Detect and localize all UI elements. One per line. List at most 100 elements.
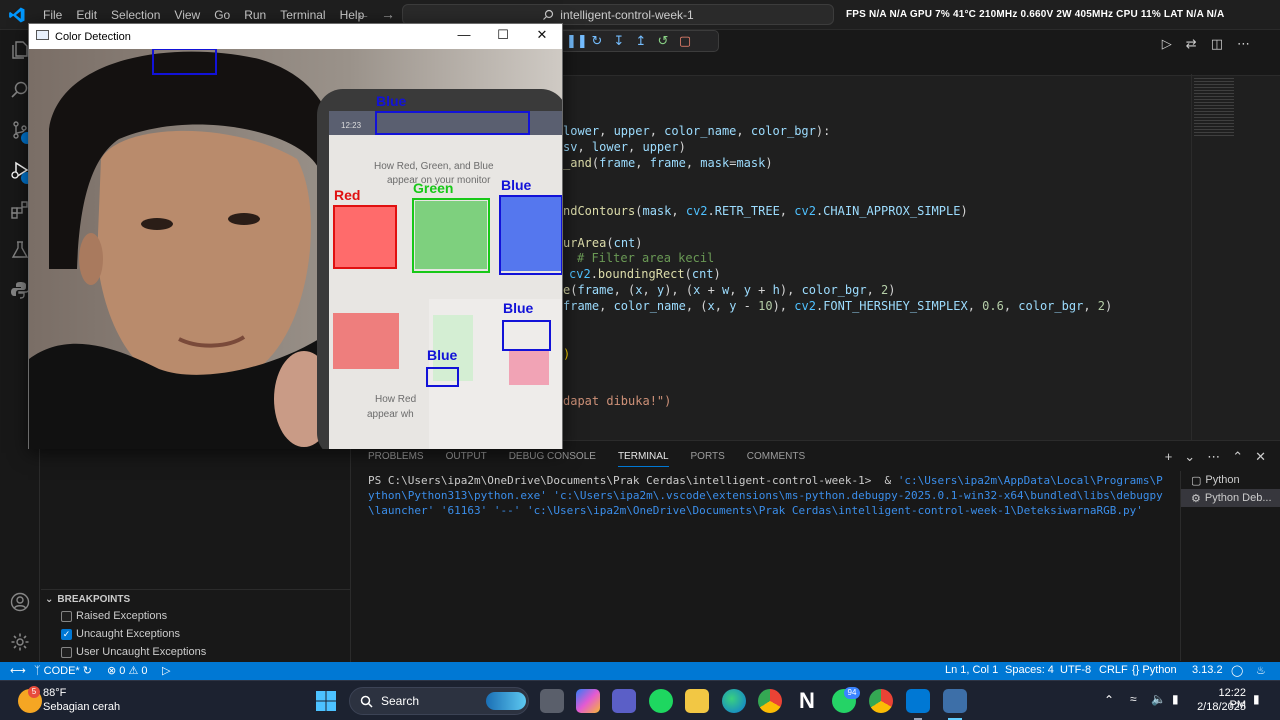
stop-icon[interactable]: ▢ [676, 33, 694, 49]
code-line[interactable]: ndContours(mask, cv2.RETR_TREE, cv2.CHAI… [563, 204, 968, 218]
vscode-logo-icon [9, 7, 25, 23]
maximize-panel-icon[interactable]: ⌃ [1232, 449, 1243, 465]
notifications-bell-icon[interactable]: ♨ [1256, 664, 1266, 677]
python-version[interactable]: 3.13.2 [1192, 664, 1223, 676]
file-explorer-icon[interactable] [685, 689, 709, 713]
indentation[interactable]: Spaces: 4 [1005, 664, 1054, 676]
vscode-taskbar-icon[interactable] [906, 689, 930, 713]
run-python-icon[interactable]: ▷ [1162, 36, 1172, 52]
wifi-icon[interactable]: ≈ [1130, 692, 1137, 706]
clock-date[interactable]: 2/18/2025 [1196, 701, 1246, 713]
problems-indicator[interactable]: ⊗ 0 ⚠ 0 [107, 664, 148, 677]
close-panel-icon[interactable]: ✕ [1255, 449, 1266, 465]
taskbar-search[interactable]: Search [349, 687, 529, 715]
tab-comments[interactable]: COMMENTS [747, 451, 805, 467]
weather-temp[interactable]: 88°F [43, 687, 66, 699]
code-line[interactable]: sv, lower, upper) [563, 140, 686, 154]
copilot-icon[interactable]: ◯ [1231, 664, 1243, 677]
breakpoint-uncaught-exceptions[interactable]: ✓ Uncaught Exceptions [61, 628, 180, 640]
task-view-icon[interactable] [540, 689, 564, 713]
code-line[interactable]: e(frame, (x, y), (x + w, y + h), color_b… [563, 283, 896, 297]
menu-selection[interactable]: Selection [104, 8, 167, 22]
window-title-bar[interactable]: Color Detection — ☐ ✕ [29, 24, 562, 49]
search-icon [543, 9, 554, 20]
branch-indicator[interactable]: ᛉ CODE* ↻ [34, 664, 92, 677]
tab-problems[interactable]: PROBLEMS [368, 451, 424, 467]
language-mode[interactable]: {} Python [1132, 664, 1177, 676]
battery-icon[interactable]: ▮ [1172, 692, 1179, 706]
code-comment[interactable]: # Filter area kecil [577, 251, 714, 265]
step-over-icon[interactable]: ↻ [588, 33, 606, 49]
code-line[interactable]: cv2.boundingRect(cnt) [569, 267, 721, 281]
menu-file[interactable]: File [36, 8, 69, 22]
line-ending[interactable]: CRLF [1099, 664, 1128, 676]
code-line[interactable]: _and(frame, frame, mask=mask) [563, 156, 773, 170]
more-actions-icon[interactable]: ⋯ [1207, 449, 1220, 465]
volume-muted-icon[interactable]: 🔈 [1151, 692, 1166, 706]
remote-icon[interactable]: ⟷ [10, 664, 26, 677]
account-icon[interactable] [8, 590, 32, 614]
code-line[interactable]: dapat dibuka!") [563, 394, 671, 408]
notification-center-icon[interactable]: ▮ [1253, 692, 1260, 706]
maximize-icon[interactable]: ☐ [489, 27, 517, 45]
checkbox[interactable] [61, 610, 72, 622]
more-actions-icon[interactable]: ⋯ [1237, 36, 1250, 52]
minimize-icon[interactable]: — [450, 27, 478, 45]
detection-label-blue: Blue [503, 300, 534, 316]
settings-gear-icon[interactable] [8, 630, 32, 654]
color-detection-window[interactable]: Color Detection — ☐ ✕ 12:23 How Red, Gre… [28, 23, 563, 449]
weather-description[interactable]: Sebagian cerah [43, 701, 120, 713]
spotify-icon[interactable] [649, 689, 673, 713]
pause-icon[interactable]: ❚❚ [566, 33, 588, 49]
menu-view[interactable]: View [167, 8, 207, 22]
terminal-item-python[interactable]: ▢ Python [1181, 471, 1280, 489]
chrome-icon[interactable] [758, 689, 782, 713]
menu-terminal[interactable]: Terminal [273, 8, 332, 22]
step-into-icon[interactable]: ↧ [610, 33, 628, 49]
search-label: Search [381, 694, 420, 708]
teams-icon[interactable] [612, 689, 636, 713]
breakpoint-raised-exceptions[interactable]: Raised Exceptions [61, 610, 167, 622]
command-center-search[interactable]: intelligent-control-week-1 [402, 4, 834, 25]
tab-output[interactable]: OUTPUT [446, 451, 487, 467]
edge-icon[interactable] [722, 689, 746, 713]
terminal-dropdown-icon[interactable]: ⌄ [1184, 449, 1195, 465]
windows-start-icon[interactable] [314, 689, 338, 713]
close-icon[interactable]: ✕ [528, 27, 556, 45]
breakpoint-user-uncaught-exceptions[interactable]: User Uncaught Exceptions [61, 646, 206, 658]
cursor-position[interactable]: Ln 1, Col 1 [945, 664, 998, 676]
menu-run[interactable]: Run [237, 8, 273, 22]
tab-terminal[interactable]: TERMINAL [617, 451, 669, 467]
code-line[interactable]: lower, upper, color_name, color_bgr): [563, 124, 830, 138]
terminal-item-python-debug[interactable]: ⚙ Python Deb... [1181, 489, 1280, 507]
notion-icon[interactable]: N [795, 689, 819, 713]
phone-text-heading: How Red, Green, and Blue [374, 161, 494, 172]
tab-ports[interactable]: PORTS [691, 451, 725, 467]
minimap[interactable] [1191, 74, 1280, 440]
encoding[interactable]: UTF-8 [1060, 664, 1091, 676]
phone-text-lower-1: How Red [375, 394, 416, 405]
chrome-profile-icon[interactable] [869, 689, 893, 713]
compare-icon[interactable]: ⇄ [1186, 36, 1197, 52]
menu-edit[interactable]: Edit [69, 8, 104, 22]
forward-arrow-icon[interactable]: → [381, 6, 395, 22]
code-line[interactable]: frame, color_name, (x, y - 10), cv2.FONT… [563, 299, 1112, 313]
detection-label-blue: Blue [501, 177, 532, 193]
debug-status-icon[interactable]: ▷ [162, 664, 170, 677]
step-out-icon[interactable]: ↥ [632, 33, 650, 49]
tab-debug-console[interactable]: DEBUG CONSOLE [509, 451, 596, 467]
python-taskbar-icon[interactable] [943, 689, 967, 713]
back-arrow-icon[interactable]: ← [356, 6, 370, 22]
terminal-output[interactable]: PS C:\Users\ipa2m\OneDrive\Documents\Pra… [368, 473, 1168, 518]
code-line[interactable]: urArea(cnt) [563, 236, 643, 250]
checkbox-checked[interactable]: ✓ [61, 628, 72, 640]
show-hidden-icons[interactable]: ⌃ [1104, 693, 1114, 707]
restart-icon[interactable]: ↺ [654, 33, 672, 49]
breakpoints-section-header[interactable]: ⌄ BREAKPOINTS [41, 589, 351, 609]
code-line[interactable]: ) [563, 347, 570, 361]
copilot-icon[interactable] [576, 689, 600, 713]
menu-go[interactable]: Go [207, 8, 237, 22]
split-editor-icon[interactable]: ◫ [1211, 36, 1223, 52]
checkbox[interactable] [61, 646, 72, 658]
new-terminal-icon[interactable]: + [1165, 449, 1173, 465]
